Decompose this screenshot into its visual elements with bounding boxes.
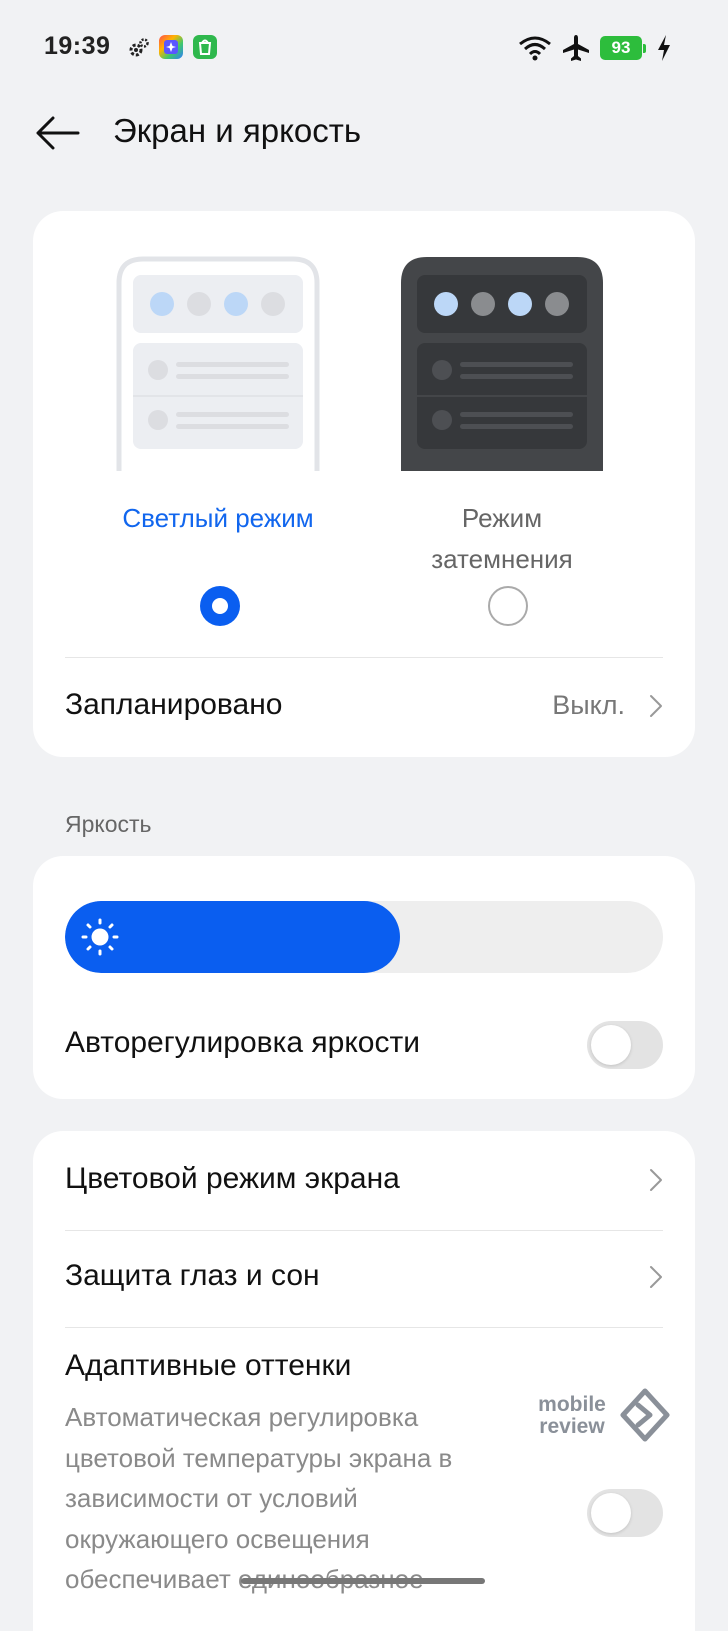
status-bar: 19:39 93 (0, 0, 728, 96)
eye-comfort-row[interactable]: Защита глаз и сон (33, 1231, 695, 1327)
light-mode-preview (116, 256, 320, 471)
color-mode-row[interactable]: Цветовой режим экрана (33, 1131, 695, 1230)
wifi-icon (519, 36, 551, 61)
home-indicator[interactable] (241, 1578, 485, 1584)
status-time: 19:39 (44, 32, 111, 60)
back-arrow-icon (36, 116, 80, 150)
brightness-card: Авторегулировка яркости (33, 856, 695, 1099)
auto-brightness-toggle[interactable] (587, 1021, 663, 1069)
divider (65, 1327, 663, 1328)
watermark-line1: mobile (538, 1393, 606, 1416)
dark-mode-preview (401, 257, 603, 471)
status-indicators: 93 (518, 34, 672, 62)
battery-indicator: 93 (600, 36, 646, 60)
charging-icon (658, 35, 670, 61)
brightness-slider[interactable] (65, 901, 663, 973)
chevron-right-icon (650, 695, 662, 717)
adaptive-tones-description: Автоматическая регулировка цветовой темп… (65, 1402, 453, 1594)
display-options-card: Цветовой режим экрана Защита глаз и сон … (33, 1131, 695, 1631)
light-mode-radio[interactable] (200, 586, 240, 626)
schedule-row[interactable]: Запланировано Выкл. (33, 658, 695, 757)
battery-level: 93 (600, 36, 642, 60)
chevron-right-icon (650, 1169, 662, 1191)
chevron-right-icon (650, 1266, 662, 1288)
mobile-review-logo: mobile review (538, 1388, 670, 1442)
app-launcher-icon (159, 35, 183, 59)
brightness-section-label: Яркость (65, 811, 152, 837)
dark-mode-label: Режим затемнения (431, 503, 573, 574)
notification-icons (128, 34, 218, 60)
light-mode-option[interactable]: Светлый режим (113, 255, 323, 539)
page-title: Экран и яркость (113, 112, 362, 149)
airplane-mode-icon (563, 35, 589, 61)
sun-icon (81, 918, 119, 956)
header: Экран и яркость (0, 96, 728, 176)
light-mode-label: Светлый режим (122, 503, 314, 533)
dark-mode-option[interactable]: Режим затемнения (397, 255, 607, 580)
adaptive-tones-toggle[interactable] (587, 1489, 663, 1537)
schedule-value: Выкл. (552, 690, 625, 720)
battery-tip (643, 43, 646, 53)
watermark-line2: review (539, 1415, 605, 1438)
auto-brightness-label: Авторегулировка яркости (65, 1026, 420, 1059)
theme-card: Светлый режим Режим затемнения Запланиро… (33, 211, 695, 757)
schedule-label: Запланировано (65, 688, 283, 721)
settings-gear-icon (129, 38, 149, 57)
color-mode-label: Цветовой режим экрана (65, 1162, 400, 1195)
app-store-icon (193, 35, 217, 59)
back-button[interactable] (34, 110, 80, 156)
dark-mode-radio[interactable] (488, 586, 528, 626)
adaptive-tones-title: Адаптивные оттенки (65, 1349, 352, 1382)
eye-comfort-label: Защита глаз и сон (65, 1259, 320, 1292)
